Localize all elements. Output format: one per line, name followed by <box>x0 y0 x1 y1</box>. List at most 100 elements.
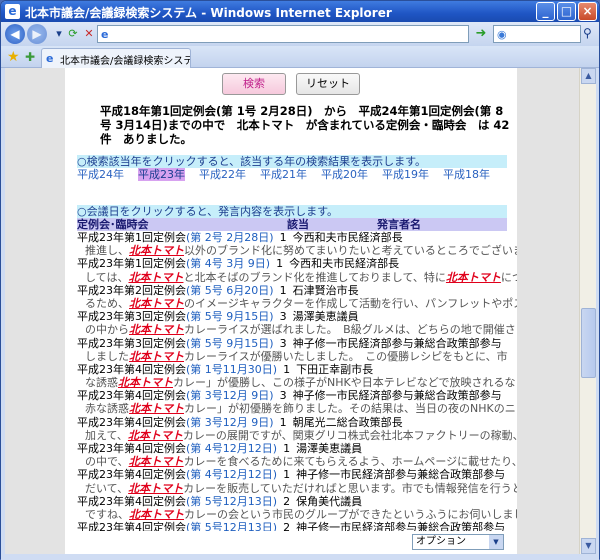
reset-button[interactable]: リセット <box>296 73 360 95</box>
scroll-up-icon[interactable]: ▲ <box>581 68 596 84</box>
minimize-button[interactable]: _ <box>536 2 555 21</box>
favorites-star-icon[interactable]: ★ <box>7 49 20 65</box>
result-item: 1 <box>279 231 287 244</box>
result-snippet: ですね、北本トマトカレーの会という市民のグループができたというふうにお伺いしまし… <box>77 508 517 521</box>
year-link[interactable]: 平成19年 <box>382 168 429 181</box>
result-item: 1 <box>283 468 291 482</box>
result-meeting: 平成23年第4回定例会 <box>77 415 186 429</box>
year-link[interactable]: 平成20年 <box>321 168 368 181</box>
snippet-pre: 加えて、 <box>85 428 128 442</box>
page-viewport: 検索 リセット 平成18年第1回定例会(第 1号 2月28日) から 平成24年… <box>5 68 579 554</box>
table-row: 平成23年第3回定例会(第 5号 9月15日) 3 神子修一市民経済部参与兼総合政策… <box>77 337 517 350</box>
result-meeting: 平成23年第4回定例会 <box>77 521 186 531</box>
search-input[interactable]: ◉ <box>493 25 581 43</box>
results-list: 平成23年第1回定例会(第 2号 2月28日) 1 今西和夫市民経済部長 推進し、北本… <box>77 231 517 531</box>
search-summary: 平成18年第1回定例会(第 1号 2月28日) から 平成24年第1回定例会(第… <box>100 104 510 146</box>
results-table-header: 定例会･臨時会 該当 発言者名 <box>77 218 507 231</box>
result-speaker: 石津賢治市長 <box>292 283 359 297</box>
result-meeting: 平成23年第4回定例会 <box>77 389 186 403</box>
go-icon[interactable]: ➜ <box>473 26 489 42</box>
result-meeting: 平成23年第4回定例会 <box>77 468 186 482</box>
tab-kaigiroku[interactable]: e 北本市議会/会議録検索システム <box>41 48 191 68</box>
browser-window: e 北本市議会/会議録検索システム - Windows Internet Exp… <box>0 0 600 560</box>
result-date-link[interactable]: (第 5号 9月15日) <box>186 337 274 350</box>
year-link[interactable]: 平成18年 <box>443 168 490 181</box>
window-title: 北本市議会/会議録検索システム - Windows Internet Explo… <box>25 6 392 20</box>
option-select-value: オプション <box>416 536 466 547</box>
result-date-link[interactable]: (第 2号 2月28日) <box>186 231 274 244</box>
result-snippet: しては、北本トマトと北本そばのブランド化を推進しておりまして、特に北本トマトにつ… <box>77 271 517 284</box>
keyword-highlight: 北本トマト <box>129 323 184 337</box>
table-row: 平成23年第3回定例会(第 5号 9月15日) 3 湯澤美恵議員 <box>77 310 517 323</box>
tab-ie-icon: e <box>46 52 54 65</box>
result-snippet: しました北本トマトカレーライスが優勝いたしました。 この優勝レシピをもとに、市 <box>77 350 517 363</box>
result-speaker: 湯澤美恵議員 <box>296 442 363 455</box>
year-section-head: ○検索該当年をクリックすると、該当する年の検索結果を表示します。 <box>77 155 507 168</box>
chevron-down-icon: ▼ <box>489 535 503 549</box>
snippet-pre: 赤な誘惑 <box>85 402 129 416</box>
add-favorite-icon[interactable]: ✚ <box>25 50 35 64</box>
option-select[interactable]: オプション ▼ <box>412 534 504 550</box>
scroll-thumb[interactable] <box>581 308 596 378</box>
snippet-pre: しては、 <box>85 270 129 284</box>
result-date-link[interactable]: (第 4号 3月 9日) <box>186 257 270 270</box>
ie-page-icon: e <box>101 28 109 41</box>
forward-icon[interactable]: ▶ <box>27 24 47 44</box>
table-row: 平成23年第1回定例会(第 4号 3月 9日) 1 今西和夫市民経済部長 <box>77 257 517 270</box>
scroll-down-icon[interactable]: ▼ <box>581 538 596 554</box>
result-speaker: 神子修一市民経済部参与兼総合政策部参与 <box>296 521 506 531</box>
result-snippet: 推進し、北本トマト以外のブランド化に努めてまいりたいと考えているところでございま… <box>77 244 517 257</box>
result-date-link[interactable]: (第 5号12月13日) <box>186 521 277 531</box>
result-date-link[interactable]: (第 5号 6月20日) <box>186 284 274 297</box>
result-date-link[interactable]: (第 5号 9月15日) <box>186 310 274 323</box>
header-speaker: 発言者名 <box>377 218 421 231</box>
maximize-button[interactable]: □ <box>557 2 576 21</box>
snippet-pre: 推進し、 <box>85 244 129 258</box>
year-links: 平成24年 平成23年 平成22年 平成21年 平成20年 平成19年 平成18年 <box>77 168 507 181</box>
result-meeting: 平成23年第3回定例会 <box>77 310 186 324</box>
result-date-link[interactable]: (第 3号12月 9日) <box>186 389 274 402</box>
header-item: 該当 <box>287 218 309 231</box>
search-icon[interactable]: ⚲ <box>583 26 592 40</box>
vertical-scrollbar[interactable]: ▲ ▼ <box>579 68 596 554</box>
stop-icon[interactable]: ✕ <box>81 26 97 42</box>
result-speaker: 神子修一市民経済部参与兼総合政策部参与 <box>292 336 502 350</box>
title-bar: e 北本市議会/会議録検索システム - Windows Internet Exp… <box>1 1 599 22</box>
search-button[interactable]: 検索 <box>222 73 286 95</box>
year-link[interactable]: 平成21年 <box>260 168 307 181</box>
year-link[interactable]: 平成23年 <box>138 168 185 181</box>
result-date-link[interactable]: (第 4号12月12日) <box>186 468 277 481</box>
year-link[interactable]: 平成22年 <box>199 168 246 181</box>
result-meeting: 平成23年第1回定例会 <box>77 257 186 271</box>
tab-label: 北本市議会/会議録検索システム <box>60 56 191 67</box>
keyword-highlight: 北本トマト <box>128 481 184 495</box>
result-speaker: 湯澤美恵議員 <box>292 310 359 324</box>
result-speaker: 神子修一市民経済部参与兼総合政策部参与 <box>296 468 506 482</box>
tab-bar: ★ ✚ e 北本市議会/会議録検索システム <box>1 46 599 68</box>
result-meeting: 平成23年第3回定例会 <box>77 336 186 350</box>
result-snippet: だいて、北本トマトカレーを販売していただければと思います。市でも情報発信を行うと <box>77 482 517 495</box>
header-meeting: 定例会･臨時会 <box>77 218 149 231</box>
result-date-link[interactable]: (第 1号11月30日) <box>186 363 277 376</box>
snippet-post: 以外のブランド化に努めてまいりたいと考えているところでございます <box>184 244 517 258</box>
keyword-highlight: 北本トマト <box>129 244 184 258</box>
table-row: 平成23年第4回定例会(第 1号11月30日) 1 下田正幸副市長 <box>77 363 517 376</box>
close-button[interactable]: × <box>578 2 597 21</box>
result-date-link[interactable]: (第 4号12月12日) <box>186 442 277 455</box>
keyword-highlight: 北本トマト <box>127 428 183 442</box>
date-section-head: ○会議日をクリックすると、発言内容を表示します。 <box>77 205 507 218</box>
result-meeting: 平成23年第2回定例会 <box>77 283 186 297</box>
keyword-highlight: 北本トマト <box>128 270 184 284</box>
refresh-icon[interactable]: ⟳ <box>65 26 81 42</box>
back-icon[interactable]: ◀ <box>5 24 25 44</box>
keyword-highlight: 北本トマト <box>129 349 184 363</box>
address-input[interactable]: e <box>97 25 469 43</box>
address-toolbar: ◀ ▶ ▾ ⟳ ✕ e ➜ ◉ ⚲ <box>1 22 599 46</box>
result-date-link[interactable]: (第 3号12月 9日) <box>186 416 274 429</box>
snippet-pre: ですね、 <box>85 507 129 521</box>
result-item: 1 <box>279 415 287 429</box>
result-date-link[interactable]: (第 5号12月13日) <box>186 495 277 508</box>
table-row: 平成23年第4回定例会(第 4号12月12日) 1 湯澤美恵議員 <box>77 442 517 455</box>
year-link[interactable]: 平成24年 <box>77 168 124 181</box>
snippet-pre: な誘惑 <box>85 376 118 390</box>
